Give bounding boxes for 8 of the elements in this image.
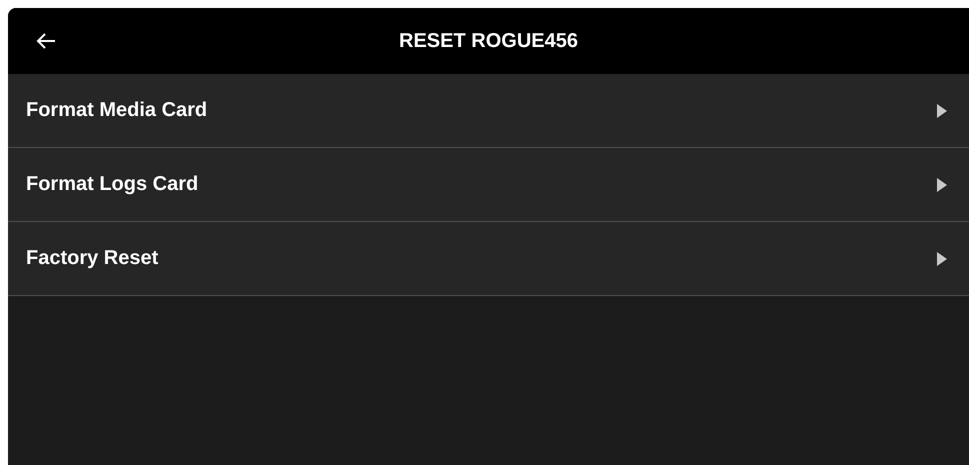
menu-item[interactable]: Format Logs Card xyxy=(8,148,969,222)
back-arrow-icon xyxy=(36,32,56,50)
triangle-right-icon xyxy=(937,104,947,118)
menu-item[interactable]: Format Media Card xyxy=(8,74,969,148)
screen-title: RESET ROGUE456 xyxy=(399,30,578,52)
triangle-right-icon xyxy=(937,252,947,266)
triangle-right-icon xyxy=(937,178,947,192)
menu-item[interactable]: Factory Reset xyxy=(8,222,969,296)
